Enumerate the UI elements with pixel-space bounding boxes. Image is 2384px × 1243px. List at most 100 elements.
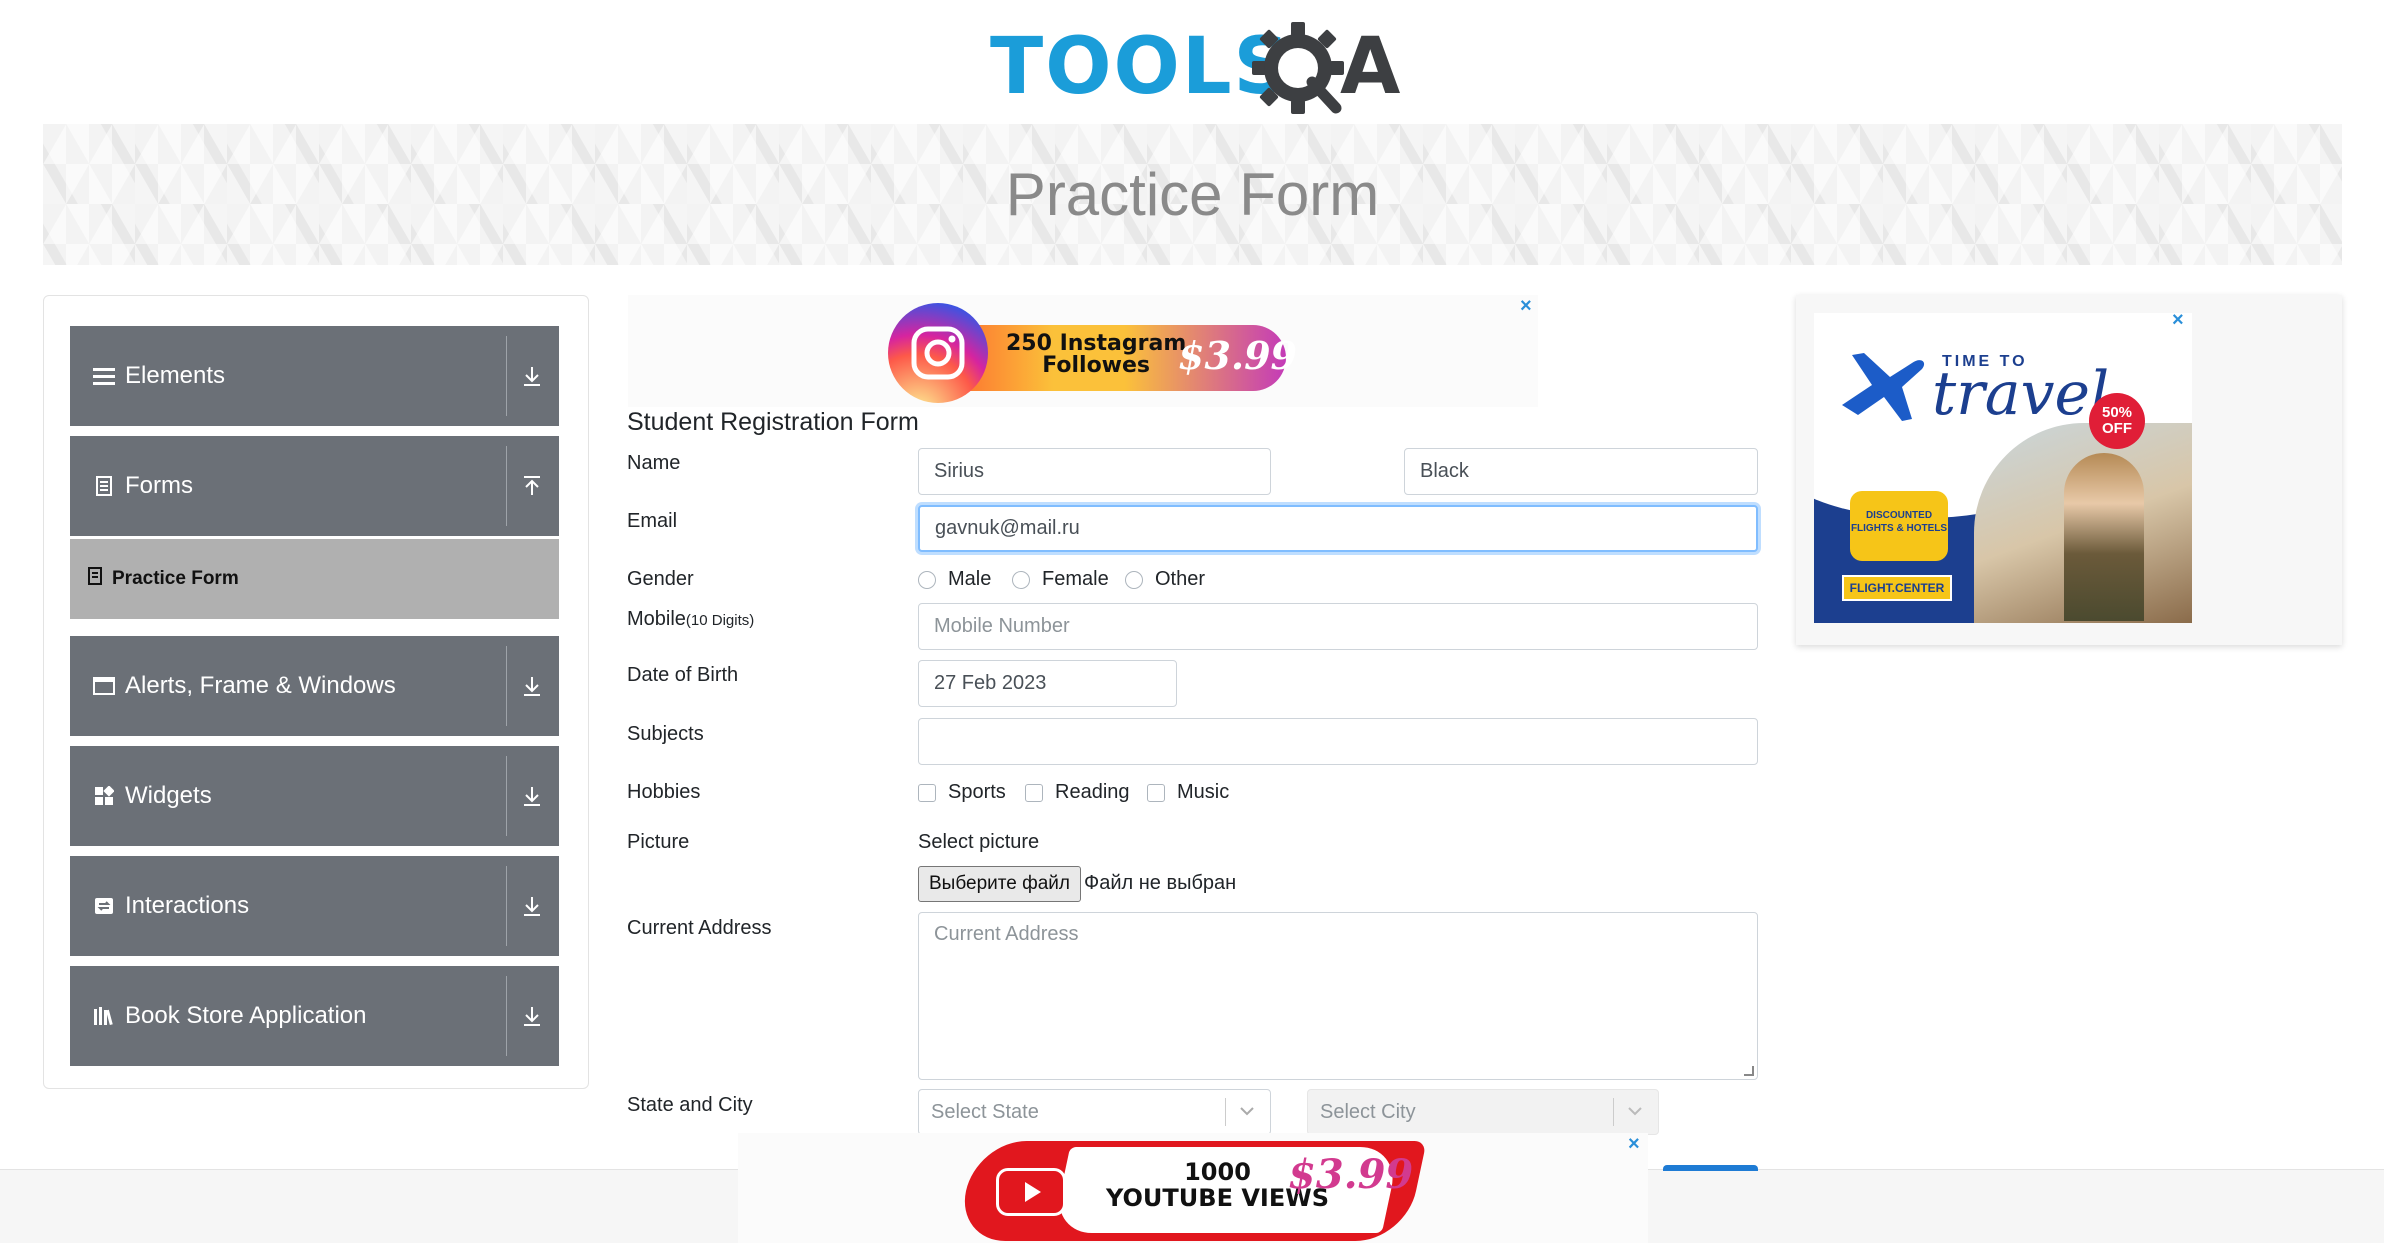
instagram-icon <box>888 303 988 403</box>
divider <box>506 756 507 836</box>
radio-button[interactable] <box>1012 570 1030 589</box>
gender-male-radio[interactable]: Male <box>918 568 991 591</box>
first-name-input[interactable]: Sirius <box>918 448 1271 495</box>
ad-banner-bottom[interactable]: 1000 YOUTUBE VIEWS $3.99 × <box>738 1133 1648 1243</box>
airplane-icon <box>1842 353 1925 421</box>
choose-file-button[interactable]: Выберите файл <box>918 866 1081 902</box>
ad-banner-right[interactable]: TIME TO travel 50% OFF DISCOUNTED FLIGHT… <box>1796 295 2342 645</box>
youtube-icon <box>996 1168 1066 1216</box>
radio-label: Female <box>1042 568 1109 590</box>
file-status: Файл не выбран <box>1084 872 1237 894</box>
travel-ad[interactable]: TIME TO travel 50% OFF DISCOUNTED FLIGHT… <box>1814 313 2192 623</box>
radio-button[interactable] <box>918 570 936 589</box>
download-arrow-icon[interactable] <box>515 746 549 846</box>
hobby-reading-checkbox[interactable]: Reading <box>1025 781 1130 804</box>
magnifier-gear-icon <box>1252 22 1344 114</box>
traveler-image <box>2064 453 2144 621</box>
gender-female-radio[interactable]: Female <box>1012 568 1109 591</box>
sidebar-group-interactions[interactable]: Interactions <box>70 856 559 956</box>
state-city-label: State and City <box>627 1094 753 1116</box>
sidebar-group-forms[interactable]: Forms <box>70 436 559 536</box>
chevron-down-icon[interactable] <box>1238 1102 1256 1120</box>
current-address-textarea[interactable]: Current Address <box>918 912 1758 1080</box>
divider <box>1613 1098 1614 1126</box>
email-label: Email <box>627 510 678 532</box>
ad-headline: travel <box>1932 359 2110 429</box>
books-icon <box>93 1005 115 1027</box>
close-ad-icon[interactable]: × <box>1628 1133 1640 1156</box>
state-placeholder: Select State <box>931 1100 1039 1123</box>
toolsqa-logo[interactable]: TOOLS A <box>990 20 1400 115</box>
logo-text-a: A <box>1340 22 1401 112</box>
ad-banner-top[interactable]: 250 Instagram Followes $3.99 × <box>628 295 1538 407</box>
select-picture-label: Select picture <box>918 831 1040 853</box>
chevron-down-icon[interactable] <box>1626 1102 1644 1120</box>
sidebar-item-practice-form[interactable]: Practice Form <box>70 539 559 619</box>
close-ad-icon[interactable]: × <box>1520 295 1532 318</box>
checkbox-label: Music <box>1177 781 1230 803</box>
divider <box>506 976 507 1056</box>
ad-text: 250 Instagram Followes <box>1006 331 1187 378</box>
address-label: Current Address <box>627 917 772 939</box>
email-input[interactable]: gavnuk@mail.ru <box>918 505 1758 552</box>
gender-other-radio[interactable]: Other <box>1125 568 1205 591</box>
document-icon <box>93 475 115 497</box>
checkbox-label: Reading <box>1055 781 1130 803</box>
resize-handle-icon[interactable] <box>1744 1066 1754 1076</box>
mobile-label: Mobile(10 Digits) <box>627 608 755 630</box>
checkbox[interactable] <box>1147 783 1165 802</box>
widgets-icon <box>93 785 115 807</box>
download-arrow-icon[interactable] <box>515 856 549 956</box>
logo-text: TOOLS <box>990 22 1292 112</box>
subjects-input[interactable] <box>918 718 1758 765</box>
radio-label: Other <box>1155 568 1206 590</box>
gender-label: Gender <box>627 568 694 590</box>
sidebar-group-label: Widgets <box>125 782 212 809</box>
city-placeholder: Select City <box>1320 1100 1416 1123</box>
download-arrow-icon[interactable] <box>515 326 549 426</box>
checkbox[interactable] <box>1025 783 1043 802</box>
hobby-music-checkbox[interactable]: Music <box>1147 781 1229 804</box>
sidebar-group-elements[interactable]: Elements <box>70 326 559 426</box>
sidebar-group-alerts[interactable]: Alerts, Frame & Windows <box>70 636 559 736</box>
address-placeholder: Current Address <box>934 923 1079 945</box>
name-label: Name <box>627 452 681 474</box>
instagram-ad[interactable]: 250 Instagram Followes $3.99 <box>888 303 1297 403</box>
sidebar-group-label: Interactions <box>125 892 250 919</box>
hobby-sports-checkbox[interactable]: Sports <box>918 781 1006 804</box>
ad-brand: FLIGHT.CENTER <box>1842 575 1952 601</box>
ad-price: $3.99 <box>1178 333 1297 378</box>
page-title: Practice Form <box>1005 161 1380 228</box>
form-title: Student Registration Form <box>627 408 919 436</box>
upload-arrow-icon[interactable] <box>515 436 549 536</box>
submit-button[interactable] <box>1663 1165 1758 1171</box>
hobbies-label: Hobbies <box>627 781 701 803</box>
checkbox-label: Sports <box>948 781 1006 803</box>
last-name-input[interactable]: Black <box>1404 448 1758 495</box>
interactions-icon <box>93 895 115 917</box>
download-arrow-icon[interactable] <box>515 966 549 1066</box>
download-arrow-icon[interactable] <box>515 636 549 736</box>
radio-button[interactable] <box>1125 570 1143 589</box>
sidebar-group-label: Elements <box>125 362 226 389</box>
youtube-ad[interactable]: 1000 YOUTUBE VIEWS $3.99 <box>955 1133 1427 1243</box>
close-ad-icon[interactable]: × <box>2172 309 2184 332</box>
mobile-input[interactable]: Mobile Number <box>918 603 1758 650</box>
divider <box>1225 1098 1226 1126</box>
subjects-label: Subjects <box>627 723 704 745</box>
divider <box>506 336 507 416</box>
divider <box>506 446 507 526</box>
window-icon <box>93 675 115 697</box>
document-icon <box>88 567 102 591</box>
date-of-birth-input[interactable]: 27 Feb 2023 <box>918 660 1177 707</box>
city-select[interactable]: Select City <box>1307 1089 1659 1135</box>
sidebar-group-label: Alerts, Frame & Windows <box>125 672 396 699</box>
left-sidebar: Elements Forms Practice Form Alerts, Fra… <box>43 295 589 1089</box>
divider <box>506 646 507 726</box>
state-select[interactable]: Select State <box>918 1089 1271 1135</box>
dob-label: Date of Birth <box>627 664 739 686</box>
picture-label: Picture <box>627 831 690 853</box>
checkbox[interactable] <box>918 783 936 802</box>
sidebar-group-widgets[interactable]: Widgets <box>70 746 559 846</box>
sidebar-group-book-store[interactable]: Book Store Application <box>70 966 559 1066</box>
